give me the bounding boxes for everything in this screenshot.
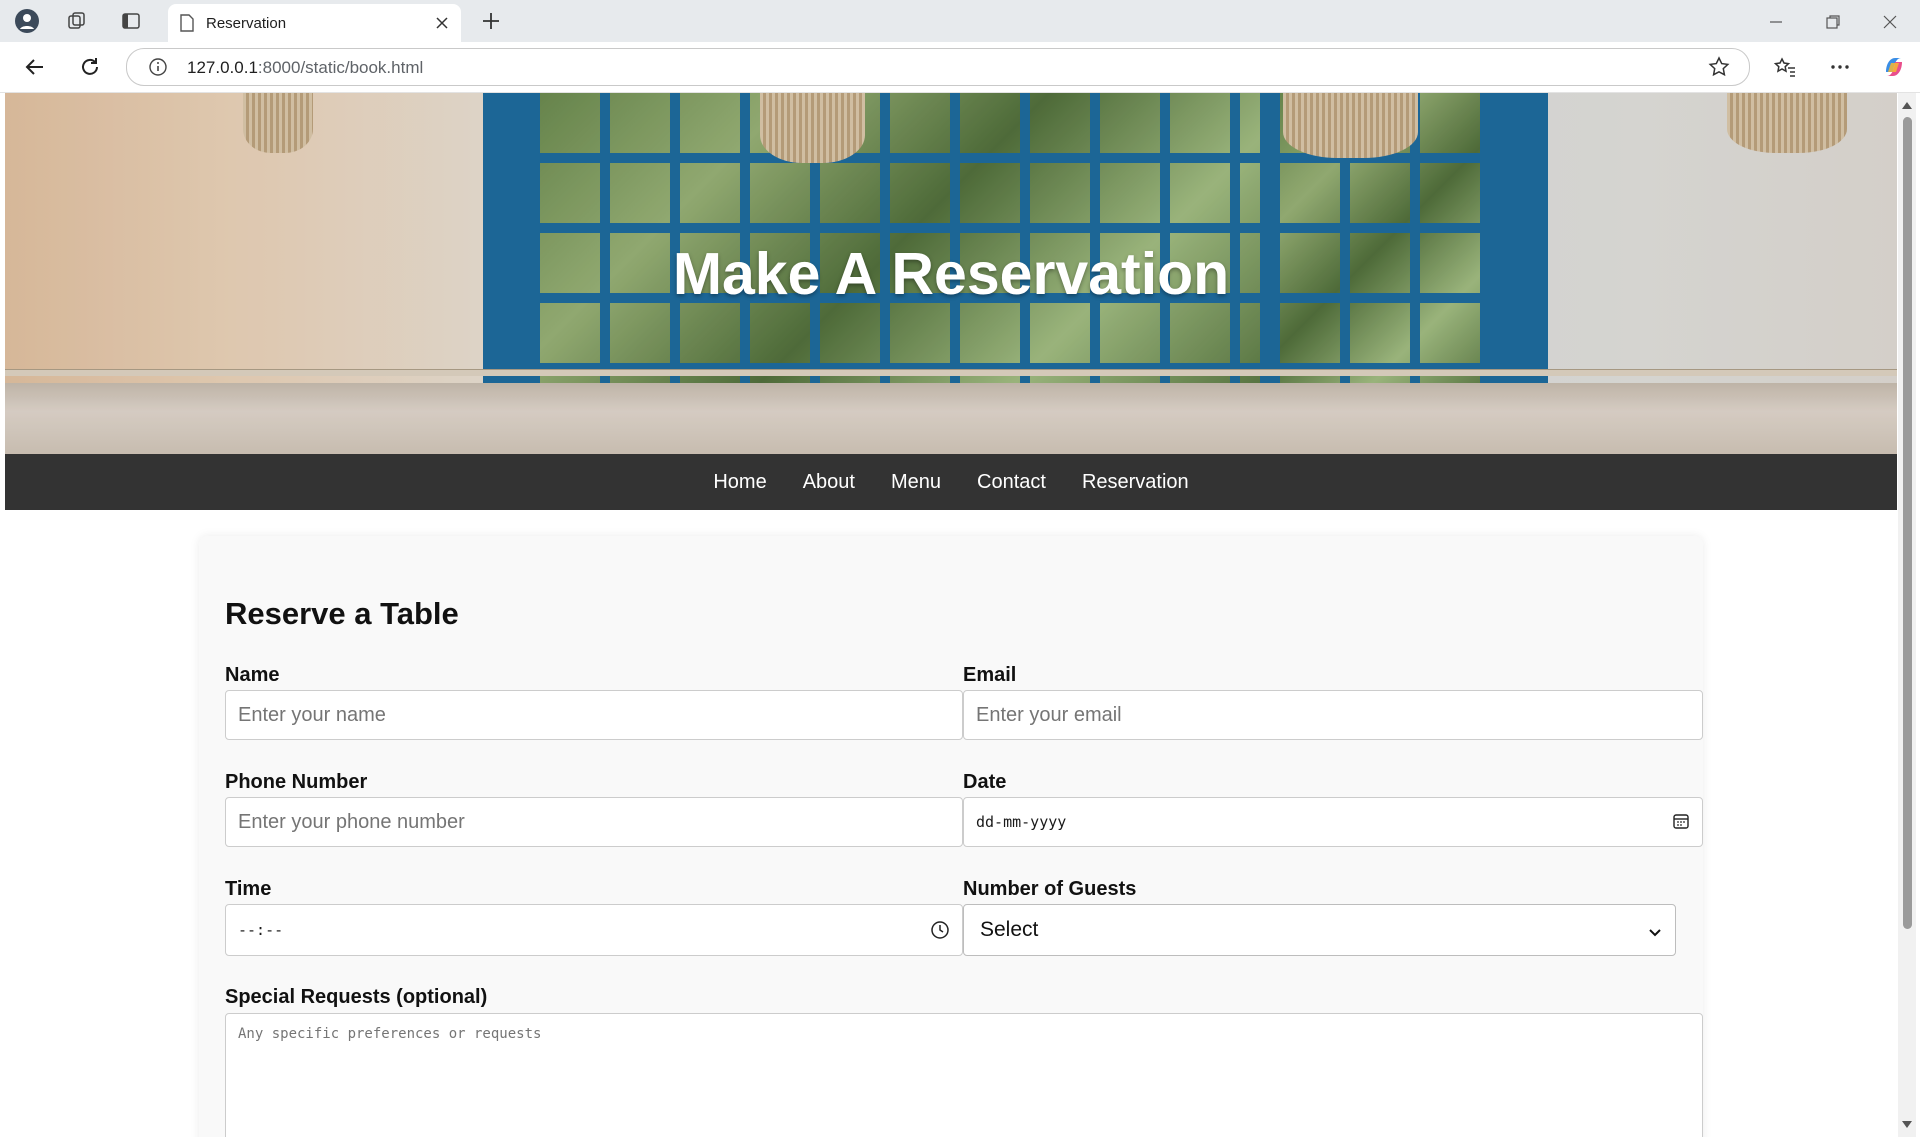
scroll-up-arrow-icon[interactable] [1902,102,1912,109]
url-text: 127.0.0.1:8000/static/book.html [187,58,423,78]
email-label: Email [963,664,1017,686]
url-path: :8000/static/book.html [257,58,424,77]
tab-title: Reservation [206,15,287,32]
date-value: dd-mm-yyyy [976,813,1067,831]
time-input[interactable]: --:-- [225,904,963,956]
favorite-star-icon[interactable] [1707,55,1731,84]
main-navigation: Home About Menu Contact Reservation [5,454,1897,510]
page-scrollbar[interactable] [1898,93,1916,1137]
phone-label: Phone Number [225,771,368,793]
requests-textarea[interactable]: Any specific preferences or requests [225,1013,1703,1137]
chevron-down-icon [1647,923,1663,947]
restore-icon[interactable] [1821,10,1845,34]
time-value: --:-- [238,921,284,939]
clock-icon[interactable] [930,920,950,944]
form-title: Reserve a Table [225,596,459,631]
nav-menu[interactable]: Menu [891,471,941,494]
date-input[interactable]: dd-mm-yyyy [963,797,1703,847]
guests-selected-value: Select [980,918,1039,941]
profile-avatar-icon[interactable] [14,8,40,34]
requests-placeholder: Any specific preferences or requests [238,1026,542,1042]
back-arrow-icon[interactable] [21,53,49,81]
close-tab-icon[interactable] [432,13,452,33]
minimize-icon[interactable] [1764,10,1788,34]
name-input[interactable] [225,690,963,740]
site-info-icon[interactable] [148,57,168,82]
active-tab[interactable]: Reservation [168,4,461,42]
nav-reservation[interactable]: Reservation [1082,471,1189,494]
nav-about[interactable]: About [803,471,855,494]
time-label: Time [225,878,272,900]
close-window-icon[interactable] [1878,10,1902,34]
page-icon [179,14,195,37]
workspaces-icon[interactable] [64,8,90,34]
nav-contact[interactable]: Contact [977,471,1046,494]
favorites-icon[interactable] [1771,53,1799,81]
new-tab-icon[interactable] [478,8,504,34]
hero-title: Make A Reservation [672,241,1230,307]
requests-label: Special Requests (optional) [225,986,488,1008]
browser-tab-bar: Reservation [0,0,1920,42]
guests-select[interactable]: Select [963,904,1676,956]
date-label: Date [963,771,1007,793]
browser-toolbar: 127.0.0.1:8000/static/book.html [0,42,1920,93]
url-host: 127.0.0.1 [187,58,258,77]
address-bar[interactable]: 127.0.0.1:8000/static/book.html [126,48,1750,86]
reservation-form-card: Reserve a Table Name Email Phone Number … [199,536,1703,1137]
nav-home[interactable]: Home [713,471,766,494]
copilot-icon[interactable] [1880,53,1908,81]
phone-input[interactable] [225,797,963,847]
calendar-icon[interactable] [1672,812,1690,834]
more-menu-icon[interactable] [1826,53,1854,81]
guests-label: Number of Guests [963,878,1137,900]
refresh-icon[interactable] [76,53,104,81]
email-input[interactable] [963,690,1703,740]
hero-banner: Make A Reservation [5,93,1897,454]
scroll-thumb[interactable] [1903,117,1912,929]
scroll-down-arrow-icon[interactable] [1902,1121,1912,1128]
name-label: Name [225,664,280,686]
page-viewport: Make A Reservation Home About Menu Conta… [5,93,1897,1137]
vertical-tabs-icon[interactable] [118,8,144,34]
